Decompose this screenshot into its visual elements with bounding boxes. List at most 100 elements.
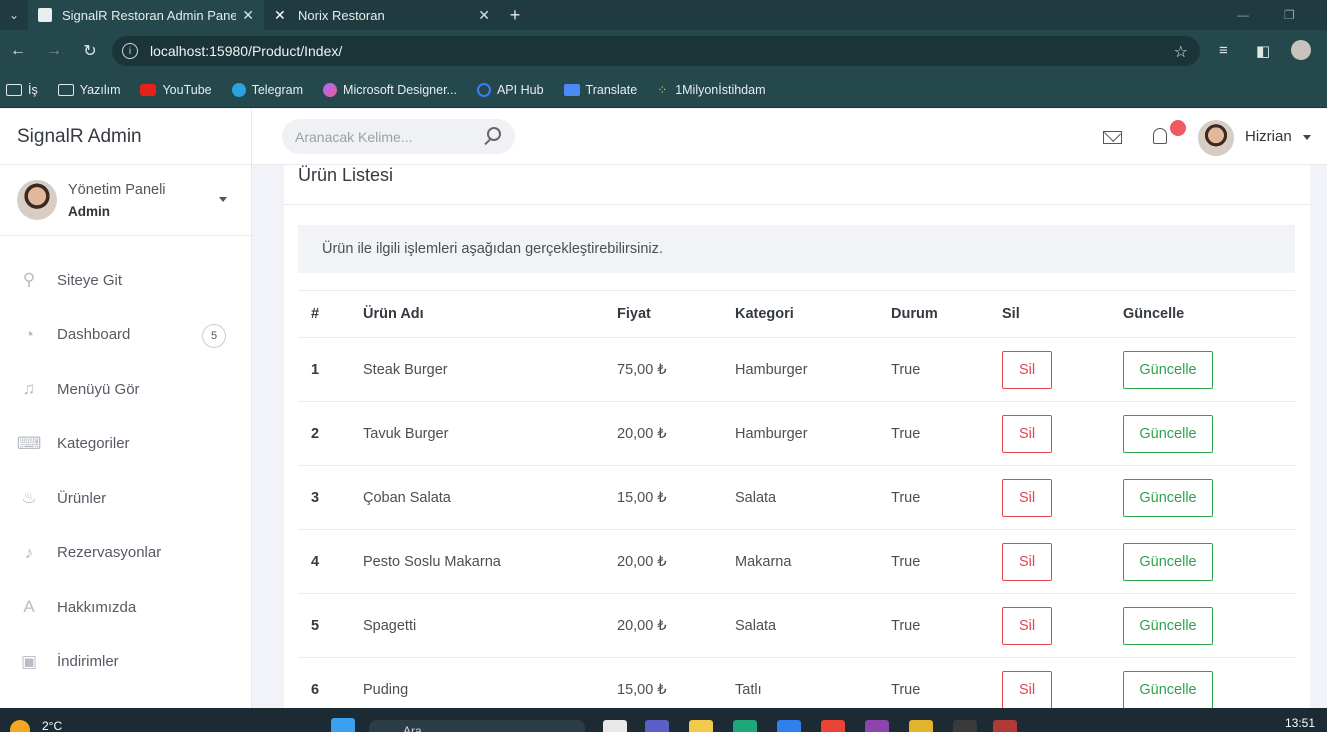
sidebar-item-dashboard[interactable]: ◔ Dashboard 5 [0,308,251,363]
update-button[interactable]: Güncelle [1123,414,1213,453]
bookmark-translate[interactable]: Translate [563,83,637,97]
close-tab-icon[interactable]: ✕ [478,7,490,24]
bookmark-microsoft-designer[interactable]: Microsoft Designer... [323,82,457,97]
delete-button[interactable]: Sil [1002,350,1052,389]
side-panel-icon[interactable]: ◧ [1256,42,1270,60]
brand-title[interactable]: SignalR Admin [0,109,251,165]
bookmarks-bar: İş Yazılım YouTube Telegram Microsoft De… [0,72,1327,108]
folder-icon [6,83,22,96]
sidebar-item-label: Menüyü Gör [57,380,140,398]
delete-button[interactable]: Sil [1002,414,1052,453]
visual-studio-icon[interactable] [865,720,889,732]
sidebar-item-label: Hakkımızda [57,598,137,616]
mail-icon[interactable] [1103,131,1122,144]
user-name[interactable]: Hizrian [1245,128,1292,145]
sidebar-profile[interactable]: Yönetim Paneli Admin [0,165,251,236]
search-input[interactable] [295,128,475,145]
table-row: 4 Pesto Soslu Makarna 20,00 ₺ Makarna Tr… [298,529,1295,594]
sidebar-item-label: Siteye Git [57,271,123,289]
bookmark-1milyonistihdam[interactable]: ⁘ 1Milyonİstihdam [657,83,765,97]
terminal-icon[interactable] [953,720,977,732]
notification-dot [1170,120,1186,136]
sidebar-item-kategoriler[interactable]: ⌨ Kategoriler [0,417,251,472]
delete-button[interactable]: Sil [1002,606,1052,645]
bookmark-api-hub[interactable]: API Hub [476,82,544,97]
bookmark-youtube[interactable]: YouTube [140,82,212,97]
translate-icon [563,83,580,96]
document-icon [38,8,52,22]
column-header: Fiyat [617,290,735,338]
product-status: True [891,593,1002,658]
product-price: 15,00 ₺ [617,465,735,530]
edge-icon[interactable] [733,720,757,732]
app-icon[interactable] [993,720,1017,732]
file-explorer-icon[interactable] [689,720,713,732]
teams-icon[interactable] [645,720,669,732]
browser-tab-active[interactable]: SignalR Restoran Admin Paneli ✕ [28,0,264,30]
sidebar-item-indirimler[interactable]: ▣ İndirimler [0,635,251,690]
clock-time[interactable]: 13:51 [1285,716,1315,730]
telegram-icon [231,82,246,97]
sidebar-item-urunler[interactable]: ♨ Ürünler [0,471,251,526]
delete-button[interactable]: Sil [1002,542,1052,581]
caret-down-icon[interactable] [1303,135,1311,140]
back-arrow-icon[interactable]: ← [0,30,36,72]
product-price: 75,00 ₺ [617,337,735,402]
delete-button[interactable]: Sil [1002,670,1052,708]
store-icon[interactable] [777,720,801,732]
product-category: Salata [735,465,891,530]
product-status: True [891,337,1002,402]
forward-arrow-icon[interactable]: → [36,30,72,72]
product-status: True [891,529,1002,594]
update-button[interactable]: Güncelle [1123,478,1213,517]
bookmark-is[interactable]: İş [6,83,38,97]
browser-tab-inactive[interactable]: ✕ Norix Restoran ✕ [264,0,500,30]
sidebar-item-hakkimizda[interactable]: A Hakkımızda [0,580,251,635]
bookmark-yazilim[interactable]: Yazılım [57,83,120,97]
weather-widget[interactable]: 2°C [10,712,62,732]
bookmark-telegram[interactable]: Telegram [231,82,304,97]
bookmark-label: YouTube [162,82,212,97]
bookmark-label: İş [28,82,38,97]
restore-icon[interactable]: ❐ [1284,0,1295,30]
search-box[interactable] [282,119,515,154]
user-avatar[interactable] [1198,120,1234,156]
tab-search-chevron-icon[interactable]: ⌄ [0,0,28,30]
chrome-icon[interactable] [821,720,845,732]
new-tab-icon[interactable]: + [500,0,530,30]
sidebar-item-siteye-git[interactable]: ⚲ Siteye Git [0,253,251,308]
site-info-icon[interactable]: i [122,43,138,59]
taskbar-search[interactable]: Ara [369,720,585,732]
caret-down-icon[interactable] [219,197,227,202]
table-row: 1 Steak Burger 75,00 ₺ Hamburger True Si… [298,337,1295,402]
minimize-icon[interactable]: — [1237,0,1249,30]
product-status: True [891,465,1002,530]
windows-start-icon[interactable] [331,718,355,732]
table-row: 3 Çoban Salata 15,00 ₺ Salata True Sil G… [298,465,1295,530]
close-tab-icon[interactable]: ✕ [242,7,254,24]
update-button[interactable]: Güncelle [1123,670,1213,708]
reload-icon[interactable]: ↻ [72,30,108,72]
product-name: Steak Burger [363,337,617,402]
reading-list-icon[interactable]: ≡ [1219,42,1228,59]
product-name: Pesto Soslu Makarna [363,529,617,594]
sidebar-item-menuyu-gor[interactable]: ♫ Menüyü Gör [0,362,251,417]
address-bar[interactable]: i localhost:15980/Product/Index/ ☆ [112,36,1200,66]
product-name: Spagetti [363,593,617,658]
update-button[interactable]: Güncelle [1123,350,1213,389]
notification-bell-icon[interactable] [1153,128,1167,144]
profile-role: Admin [68,203,110,219]
update-button[interactable]: Güncelle [1123,606,1213,645]
sql-icon[interactable] [909,720,933,732]
bookmark-star-icon[interactable]: ☆ [1174,42,1188,62]
search-icon[interactable] [487,127,501,141]
delete-button[interactable]: Sil [1002,478,1052,517]
file-icon[interactable] [603,720,627,732]
browser-toolbar: ← → ↻ i localhost:15980/Product/Index/ ☆… [0,30,1327,72]
sidebar-item-rezervasyonlar[interactable]: ♪ Rezervasyonlar [0,526,251,581]
profile-avatar-icon[interactable] [1291,40,1311,60]
column-header: # [298,290,363,338]
update-button[interactable]: Güncelle [1123,542,1213,581]
bookmark-label: Telegram [251,82,304,97]
row-number: 1 [298,337,363,402]
